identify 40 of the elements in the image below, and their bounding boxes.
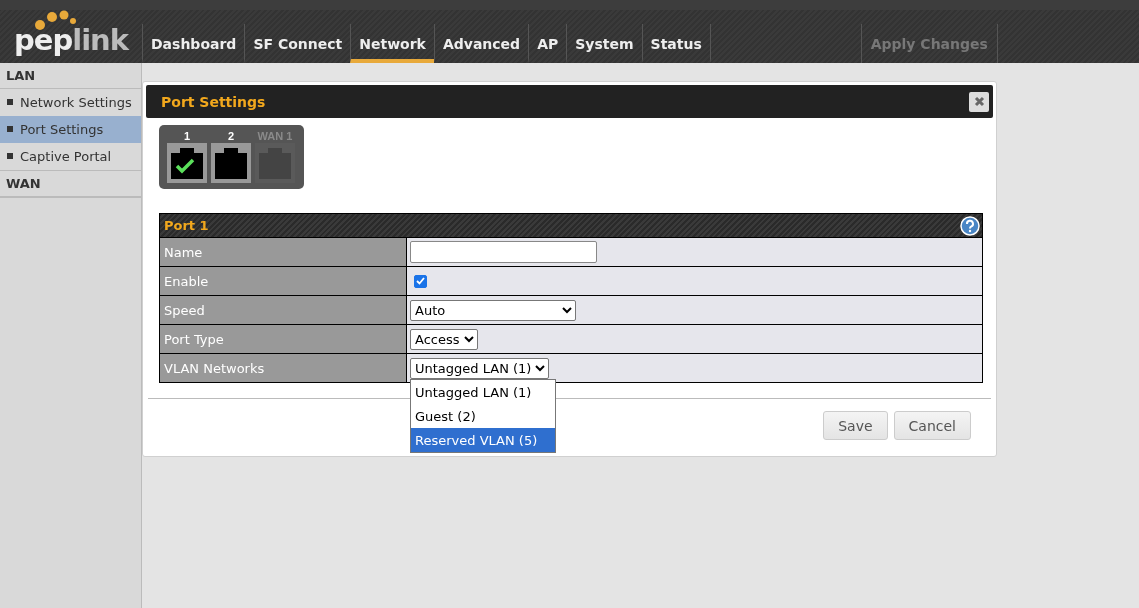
field-label: Name xyxy=(160,238,407,266)
field-label: Enable xyxy=(160,267,407,295)
sidebar-heading: WAN xyxy=(0,171,141,197)
help-icon[interactable] xyxy=(960,215,980,236)
form-button[interactable]: Cancel xyxy=(893,411,971,440)
dropdown-option[interactable]: Untagged LAN (1) xyxy=(411,380,555,404)
sidebar-item[interactable]: Network Settings xyxy=(0,89,141,116)
form-button[interactable]: Save xyxy=(823,411,888,440)
chevron-down-icon xyxy=(535,364,546,372)
sidebar-item[interactable]: Captive Portal xyxy=(0,143,141,170)
port-button[interactable]: 2 xyxy=(211,129,251,185)
ethernet-port-icon xyxy=(211,143,251,183)
chevron-down-icon xyxy=(463,335,474,343)
nav-tab[interactable]: System xyxy=(566,24,642,63)
close-button[interactable] xyxy=(969,91,989,112)
nav-tab[interactable]: Advanced xyxy=(433,24,529,63)
sidebar-item[interactable]: Port Settings xyxy=(0,116,141,143)
nav-tab[interactable]: Status xyxy=(641,24,711,63)
field-label: Port Type xyxy=(160,325,407,353)
nav-tab[interactable]: AP xyxy=(528,24,567,63)
name-input-field[interactable] xyxy=(410,241,597,263)
dropdown-option[interactable]: Guest (2) xyxy=(411,404,555,428)
nav-tab[interactable]: SF Connect xyxy=(244,24,351,63)
sidebar-heading: LAN xyxy=(0,63,141,89)
logo: peplink xyxy=(14,26,128,59)
chevron-down-icon xyxy=(562,306,572,314)
nav-tab[interactable]: Dashboard xyxy=(142,24,245,63)
field-label: VLAN Networks xyxy=(160,354,407,382)
nav-tab[interactable]: Network xyxy=(350,24,434,63)
dropdown-option[interactable]: Reserved VLAN (5) xyxy=(411,428,555,452)
dropdown-select[interactable]: Access xyxy=(410,328,478,350)
port-button[interactable]: 1 xyxy=(167,129,207,185)
table-title: Port 1 xyxy=(164,218,209,233)
ethernet-port-icon xyxy=(167,143,207,183)
dropdown-select[interactable]: Untagged LAN (1) xyxy=(410,357,550,379)
panel-title: Port Settings xyxy=(161,93,266,110)
enable-checkbox[interactable] xyxy=(414,274,427,288)
field-label: Speed xyxy=(160,296,407,324)
dropdown-select[interactable]: Auto xyxy=(410,299,576,321)
close-icon xyxy=(973,96,985,107)
